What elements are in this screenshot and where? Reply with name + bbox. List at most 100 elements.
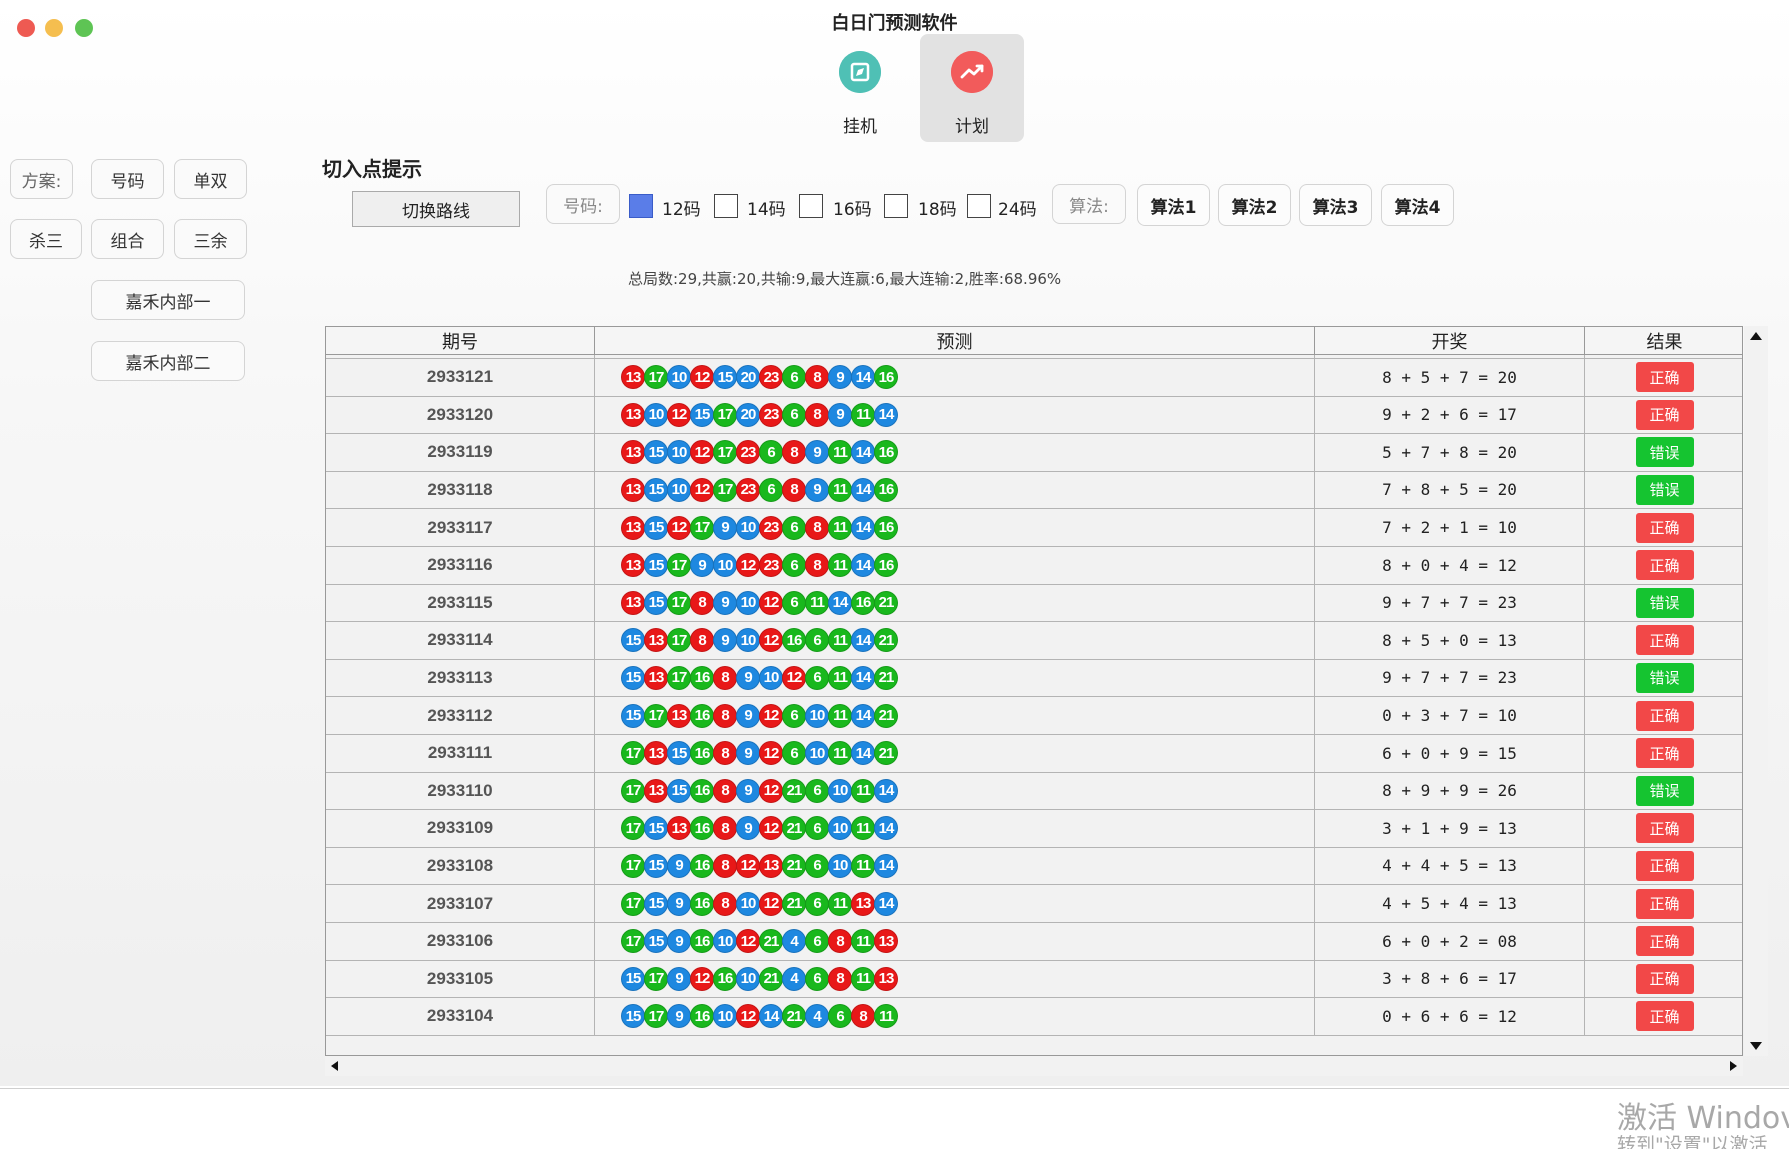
number-ball: 14 (851, 477, 875, 502)
number-ball: 9 (667, 966, 691, 991)
number-ball: 21 (782, 1004, 806, 1029)
result-badge: 错误 (1635, 474, 1694, 505)
algo-3-button[interactable]: 算法3 (1299, 184, 1372, 226)
scroll-left-icon[interactable] (331, 1061, 338, 1071)
code-18-checkbox[interactable] (884, 194, 908, 218)
switch-route-button[interactable]: 切换路线 (352, 191, 520, 227)
code-12-checkbox[interactable] (629, 194, 653, 218)
number-ball: 8 (690, 628, 714, 653)
number-ball: 9 (736, 816, 760, 841)
draw-cell: 8 + 9 + 9 = 26 (1315, 772, 1585, 810)
number-ball: 15 (644, 590, 668, 615)
period-cell: 2933114 (326, 621, 595, 659)
number-ball: 15 (644, 929, 668, 954)
number-ball: 15 (644, 891, 668, 916)
header-period: 期号 (326, 327, 595, 355)
scheme-jiahe-1-button[interactable]: 嘉禾内部一 (91, 280, 245, 320)
compass-icon (839, 51, 881, 93)
table-row[interactable]: 2933108 17 15 9 16 8 12 13 21 6 10 11 14 4 + 4 + 5 = … (326, 847, 1742, 886)
number-ball: 10 (644, 402, 668, 427)
number-ball: 21 (782, 891, 806, 916)
scroll-up-icon[interactable] (1750, 332, 1762, 340)
number-ball: 21 (874, 590, 898, 615)
period-cell: 2933117 (326, 509, 595, 546)
number-ball: 12 (759, 778, 783, 803)
scheme-zuhe-button[interactable]: 组合 (91, 219, 164, 259)
number-ball: 8 (782, 440, 806, 465)
code-14-checkbox[interactable] (714, 194, 738, 218)
table-row[interactable]: 2933117 13 15 12 17 9 10 23 6 8 11 14 16 7 + 2 + 1 = … (326, 509, 1742, 547)
draw-cell: 7 + 2 + 1 = 10 (1315, 509, 1585, 546)
number-ball: 8 (851, 1004, 875, 1029)
number-ball: 11 (851, 929, 875, 954)
draw-cell: 9 + 7 + 7 = 23 (1315, 659, 1585, 697)
code-16-checkbox[interactable] (799, 194, 823, 218)
number-ball: 12 (759, 628, 783, 653)
scroll-down-icon[interactable] (1750, 1042, 1762, 1050)
number-ball: 13 (644, 628, 668, 653)
table-row[interactable]: 2933115 13 15 17 8 9 10 12 6 11 14 16 21 9 + 7 + 7 = … (326, 584, 1742, 623)
table-row[interactable]: 2933109 17 15 13 16 8 9 12 21 6 10 11 14 3 + 1 + 9 = … (326, 809, 1742, 848)
scheme-shasan-button[interactable]: 杀三 (10, 219, 82, 259)
period-cell: 2933113 (326, 659, 595, 697)
result-badge: 错误 (1635, 775, 1694, 806)
table-row[interactable]: 2933105 15 17 9 12 16 10 21 4 6 8 11 13 3 + 8 + 6 = 1… (326, 960, 1742, 999)
table-row[interactable]: 2933119 13 15 10 12 17 23 6 8 9 11 14 16 5 + 7 + 8 = … (326, 433, 1742, 472)
number-ball: 17 (621, 853, 645, 878)
number-ball: 11 (828, 628, 852, 653)
table-row[interactable]: 2933121 13 17 10 12 15 20 23 6 8 9 14 16 8 + 5 + 7 = … (326, 358, 1742, 397)
number-ball: 11 (828, 515, 852, 540)
number-ball: 8 (713, 816, 737, 841)
number-ball: 17 (621, 929, 645, 954)
result-badge: 正确 (1635, 625, 1694, 656)
tab-jihua[interactable]: 计划 (920, 34, 1024, 142)
number-ball: 21 (782, 778, 806, 803)
number-ball: 16 (782, 628, 806, 653)
table-row[interactable]: 2933110 17 13 15 16 8 9 12 21 6 10 11 14 8 + 9 + 9 = … (326, 772, 1742, 811)
table-row[interactable]: 2933113 15 13 17 16 8 9 10 12 6 11 14 21 9 + 7 + 7 = … (326, 659, 1742, 698)
number-ball: 10 (736, 628, 760, 653)
number-ball: 10 (828, 778, 852, 803)
scheme-haoma-button[interactable]: 号码 (91, 159, 164, 199)
result-cell: 正确 (1585, 885, 1742, 922)
table-row[interactable]: 2933111 17 13 15 16 8 9 12 6 10 11 14 21 6 + 0 + 9 = … (326, 734, 1742, 773)
period-cell: 2933119 (326, 433, 595, 471)
table-row[interactable]: 2933118 13 15 10 12 17 23 6 8 9 11 14 16 7 + 8 + 5 = … (326, 471, 1742, 510)
prediction-cell: 13 15 17 9 10 12 23 6 8 11 14 16 (595, 546, 1315, 584)
table-row[interactable]: 2933104 15 17 9 16 10 12 14 21 4 6 8 11 0 + 6 + 6 = 1… (326, 997, 1742, 1036)
number-ball: 16 (690, 891, 714, 916)
scheme-jiahe-2-button[interactable]: 嘉禾内部二 (91, 341, 245, 381)
vertical-scrollbar[interactable] (1744, 326, 1768, 1056)
code-label: 号码: (546, 184, 620, 224)
period-cell: 2933104 (326, 997, 595, 1035)
table-row[interactable]: 2933112 15 17 13 16 8 9 12 6 10 11 14 21 0 + 3 + 7 = … (326, 697, 1742, 735)
draw-cell: 4 + 5 + 4 = 13 (1315, 885, 1585, 922)
scroll-right-icon[interactable] (1730, 1061, 1737, 1071)
number-ball: 9 (736, 703, 760, 728)
scheme-sanyu-button[interactable]: 三余 (174, 219, 247, 259)
table-row[interactable]: 2933120 13 10 12 15 17 20 23 6 8 9 11 14 9 + 2 + 6 = … (326, 396, 1742, 435)
algo-1-button[interactable]: 算法1 (1137, 184, 1210, 226)
result-cell: 正确 (1585, 547, 1742, 584)
number-ball: 16 (690, 703, 714, 728)
number-ball: 9 (713, 628, 737, 653)
period-cell: 2933111 (326, 734, 595, 772)
result-cell: 错误 (1585, 471, 1742, 508)
scheme-danshuang-button[interactable]: 单双 (174, 159, 247, 199)
table-row[interactable]: 2933106 17 15 9 16 10 12 21 4 6 8 11 13 6 + 0 + 2 = 0… (326, 922, 1742, 961)
number-ball: 16 (874, 440, 898, 465)
result-badge: 正确 (1635, 963, 1694, 994)
algo-label: 算法: (1052, 184, 1126, 224)
algo-2-button[interactable]: 算法2 (1218, 184, 1291, 226)
number-ball: 14 (874, 402, 898, 427)
table-row[interactable]: 2933107 17 15 9 16 8 10 12 21 6 11 13 14 4 + 5 + 4 = … (326, 885, 1742, 923)
code-24-checkbox[interactable] (967, 194, 991, 218)
table-row[interactable]: 2933116 13 15 17 9 10 12 23 6 8 11 14 16 8 + 0 + 4 = … (326, 546, 1742, 585)
algo-4-button[interactable]: 算法4 (1381, 184, 1454, 226)
number-ball: 6 (782, 365, 806, 390)
draw-cell: 3 + 8 + 6 = 17 (1315, 960, 1585, 998)
table-row[interactable]: 2933114 15 13 17 8 9 10 12 16 6 11 14 21 8 + 5 + 0 = … (326, 621, 1742, 660)
tab-guaji[interactable]: 挂机 (808, 34, 912, 142)
number-ball: 9 (713, 590, 737, 615)
horizontal-scrollbar[interactable] (325, 1056, 1743, 1076)
